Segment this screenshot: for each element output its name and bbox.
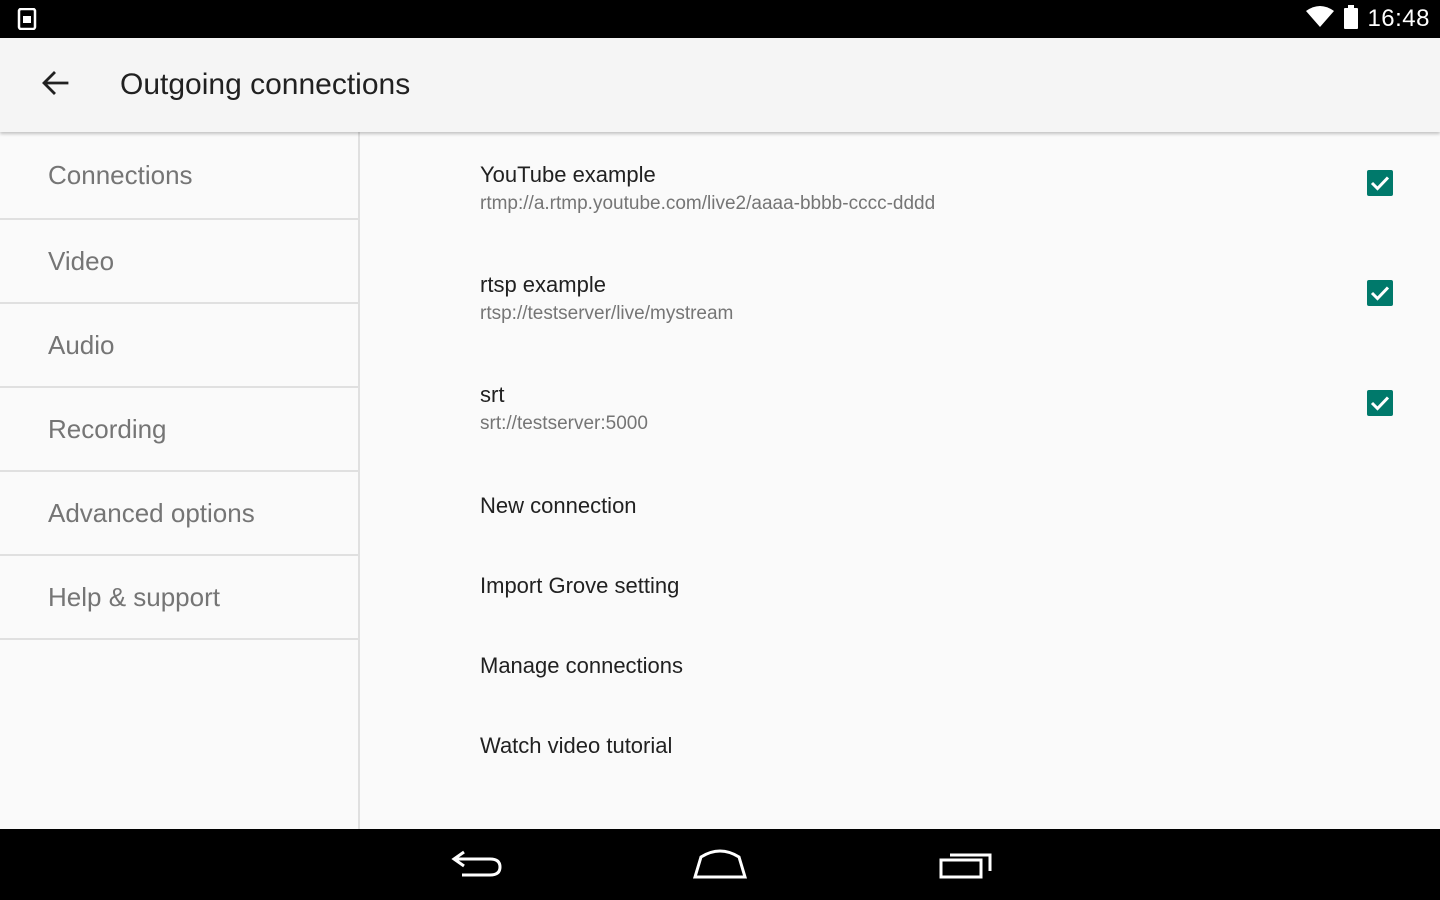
sidebar-item-audio[interactable]: Audio (0, 304, 358, 388)
wifi-icon (1305, 5, 1335, 34)
sidebar-item-label: Audio (48, 329, 115, 360)
connection-url: rtmp://a.rtmp.youtube.com/live2/aaaa-bbb… (480, 193, 936, 214)
connection-checkbox[interactable] (1367, 170, 1393, 196)
sidebar-item-label: Help & support (48, 581, 220, 612)
checkbox-checked-icon (1367, 390, 1393, 416)
manage-connections-button[interactable]: Manage connections (480, 653, 683, 679)
new-connection-button[interactable]: New connection (480, 493, 637, 519)
connection-item-srt[interactable]: srt srt://testserver:5000 (480, 382, 1400, 482)
connection-item-youtube[interactable]: YouTube example rtmp://a.rtmp.youtube.co… (480, 162, 1400, 262)
sim-icon (16, 7, 38, 31)
app-bar: Outgoing connections (0, 38, 1440, 132)
sidebar-item-recording[interactable]: Recording (0, 388, 358, 472)
sidebar-item-help-support[interactable]: Help & support (0, 556, 358, 640)
sidebar-item-label: Recording (48, 413, 167, 444)
back-nav-icon (450, 847, 504, 884)
sidebar: Connections Video Audio Recording Advanc… (0, 132, 360, 829)
back-button[interactable] (30, 65, 80, 105)
sidebar-item-label: Connections (48, 159, 193, 190)
home-nav-icon (691, 846, 749, 885)
import-grove-setting-button[interactable]: Import Grove setting (480, 573, 679, 599)
sidebar-item-connections[interactable]: Connections (0, 132, 358, 220)
connection-name: srt (480, 382, 505, 407)
sidebar-item-advanced-options[interactable]: Advanced options (0, 472, 358, 556)
connection-url: rtsp://testserver/live/mystream (480, 303, 734, 324)
connection-item-rtsp[interactable]: rtsp example rtsp://testserver/live/myst… (480, 272, 1400, 372)
connection-name: rtsp example (480, 272, 606, 297)
main-panel: YouTube example rtmp://a.rtmp.youtube.co… (360, 132, 1440, 829)
connection-url: srt://testserver:5000 (480, 413, 648, 434)
home-nav-button[interactable] (690, 843, 750, 887)
connection-checkbox[interactable] (1367, 390, 1393, 416)
status-bar: 16:48 (0, 0, 1440, 38)
checkbox-checked-icon (1367, 280, 1393, 306)
status-time: 16:48 (1367, 5, 1430, 32)
navigation-bar (0, 829, 1440, 900)
recents-nav-icon (938, 846, 994, 885)
page-title: Outgoing connections (120, 68, 411, 101)
connection-name: YouTube example (480, 162, 656, 187)
sidebar-item-video[interactable]: Video (0, 220, 358, 304)
back-arrow-icon (41, 69, 69, 102)
recents-nav-button[interactable] (936, 843, 996, 887)
watch-video-tutorial-button[interactable]: Watch video tutorial (480, 733, 672, 759)
back-nav-button[interactable] (447, 843, 507, 887)
checkbox-checked-icon (1367, 170, 1393, 196)
sidebar-item-label: Video (48, 245, 115, 276)
battery-icon (1343, 4, 1359, 35)
connection-checkbox[interactable] (1367, 280, 1393, 306)
sidebar-item-label: Advanced options (48, 497, 255, 528)
